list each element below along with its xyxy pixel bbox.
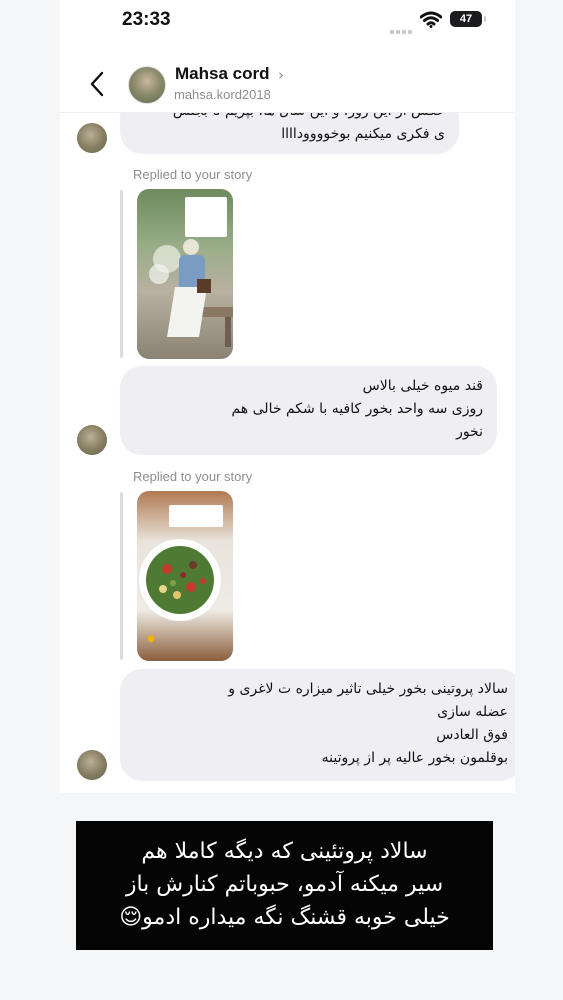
message-line: ی فکری میکنیم بوخووووداااا — [281, 126, 445, 142]
story-person-image — [149, 239, 233, 347]
story-salad-image: ● — [139, 539, 221, 644]
wifi-icon — [420, 11, 442, 28]
signal-icon — [390, 19, 414, 38]
caption-line: سالاد پروتئینی که دیگه کاملا هم — [141, 839, 428, 864]
sender-avatar — [77, 750, 107, 780]
replied-to-story-label: Replied to your story — [133, 167, 253, 182]
svg-text:●: ● — [147, 634, 155, 644]
profile-avatar[interactable] — [128, 66, 166, 104]
profile-handle: mahsa.kord2018 — [174, 87, 271, 102]
sender-avatar — [77, 123, 107, 153]
battery-icon: 47 — [450, 11, 486, 27]
sender-avatar — [77, 425, 107, 455]
message-bubble-3[interactable]: سالاد پروتینی بخور خیلی تاثیر میزاره ت ل… — [120, 669, 515, 781]
back-chevron-icon[interactable] — [86, 70, 110, 98]
instagram-dm-screen: 23:33 47 Mahsa cord › mahsa.kord2018 عکس… — [60, 0, 515, 793]
story-thumbnail[interactable]: ● — [137, 491, 233, 661]
message-line: عضله سازی — [437, 704, 508, 720]
message-bubble-1[interactable]: عکس از این روز، و این سال ها، بپریم تا ب… — [120, 113, 459, 154]
caption-overlay: سالاد پروتئینی که دیگه کاملا هم سیر میکن… — [76, 821, 493, 950]
message-line: قند میوه خیلی بالاس — [362, 378, 483, 394]
caption-line: سیر میکنه آدمو، حبوباتم کنارش باز — [125, 872, 444, 897]
message-line: نخور — [456, 424, 483, 440]
chevron-right-icon[interactable]: › — [278, 66, 284, 84]
message-line: فوق العادس — [436, 727, 508, 743]
message-line: روزی سه واحد بخور کافیه با شکم خالی هم — [231, 401, 483, 417]
profile-name[interactable]: Mahsa cord — [175, 64, 269, 84]
reply-indicator-bar — [120, 492, 123, 660]
story-thumbnail[interactable] — [137, 189, 233, 359]
message-bubble-2[interactable]: قند میوه خیلی بالاس روزی سه واحد بخور کا… — [120, 366, 497, 455]
status-time: 23:33 — [122, 9, 171, 30]
replied-to-story-label: Replied to your story — [133, 469, 253, 484]
message-line: بوقلمون بخور عالیه پر از پروتینه — [321, 750, 508, 766]
caption-line: خیلی خوبه قشنگ نگه میداره ادمو😌 — [119, 905, 450, 930]
reply-indicator-bar — [120, 190, 123, 358]
header-divider — [60, 112, 515, 113]
message-line: سالاد پروتینی بخور خیلی تاثیر میزاره ت ل… — [228, 681, 508, 697]
